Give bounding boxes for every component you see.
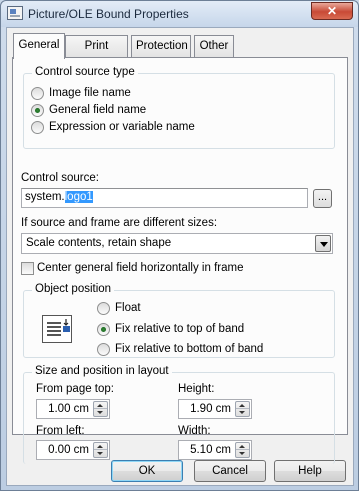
arrow-down-icon[interactable]: [236, 450, 249, 457]
app-icon: [7, 6, 23, 20]
radio-button[interactable]: [97, 343, 110, 356]
object-position-legend: Object position: [32, 283, 115, 295]
arrow-down-icon[interactable]: [94, 409, 107, 416]
dialog-client-area: General Print when Protection Other Cont…: [6, 27, 354, 486]
control-source-label: Control source:: [21, 172, 99, 184]
chevron-down-icon[interactable]: [315, 235, 331, 252]
height-spinner[interactable]: 1.90 cm: [178, 399, 252, 419]
arrow-up-icon[interactable]: [94, 443, 107, 450]
close-button[interactable]: ✕: [311, 2, 353, 20]
tab-print-when[interactable]: Print when: [65, 35, 128, 72]
radio-button[interactable]: [31, 87, 44, 100]
size-position-legend: Size and position in layout: [32, 365, 172, 377]
window-title: Picture/OLE Bound Properties: [28, 7, 189, 21]
general-tab-panel: Control source type Image file name Gene…: [12, 57, 348, 464]
spinner-buttons[interactable]: [93, 401, 108, 417]
arrow-up-icon[interactable]: [236, 402, 249, 409]
radio-button-checked[interactable]: [31, 104, 44, 117]
arrow-up-icon[interactable]: [236, 443, 249, 450]
size-position-group: Size and position in layout From page to…: [23, 365, 335, 464]
control-source-type-legend: Control source type: [32, 66, 138, 78]
spinner-buttons[interactable]: [235, 401, 250, 417]
center-horizontally-checkbox[interactable]: [21, 262, 34, 275]
tab-general[interactable]: General: [13, 33, 65, 59]
tab-other[interactable]: Other: [194, 35, 234, 57]
radio-button[interactable]: [31, 121, 44, 134]
dialog-window: Picture/OLE Bound Properties ✕ General P…: [0, 0, 359, 491]
spinner-buttons[interactable]: [235, 442, 250, 458]
from-left-spinner[interactable]: 0.00 cm: [36, 440, 110, 460]
radio-button[interactable]: [97, 302, 110, 315]
title-bar[interactable]: Picture/OLE Bound Properties ✕: [1, 1, 358, 27]
document-layout-icon: [42, 315, 72, 343]
size-mismatch-label: If source and frame are different sizes:: [21, 217, 218, 229]
object-position-group: Object position Float Fix relative to to…: [23, 283, 335, 358]
selected-text: logo1: [64, 191, 93, 203]
control-source-type-group: Control source type Image file name Gene…: [23, 66, 335, 149]
from-page-top-label: From page top:: [36, 383, 114, 395]
radio-button-checked[interactable]: [97, 323, 110, 336]
arrow-up-icon[interactable]: [94, 402, 107, 409]
browse-button[interactable]: ...: [313, 189, 332, 208]
width-spinner[interactable]: 5.10 cm: [178, 440, 252, 460]
height-label: Height:: [178, 383, 215, 395]
center-horizontally-label: Center general field horizontally in fra…: [37, 262, 244, 274]
from-left-label: From left:: [36, 425, 85, 437]
arrow-down-icon[interactable]: [236, 409, 249, 416]
size-mismatch-select[interactable]: Scale contents, retain shape: [21, 233, 333, 254]
spinner-buttons[interactable]: [93, 442, 108, 458]
control-source-input[interactable]: system.logo1: [21, 188, 308, 208]
arrow-down-icon[interactable]: [94, 450, 107, 457]
tab-protection[interactable]: Protection: [131, 35, 191, 57]
from-page-top-spinner[interactable]: 1.00 cm: [36, 399, 110, 419]
width-label: Width:: [178, 425, 211, 437]
